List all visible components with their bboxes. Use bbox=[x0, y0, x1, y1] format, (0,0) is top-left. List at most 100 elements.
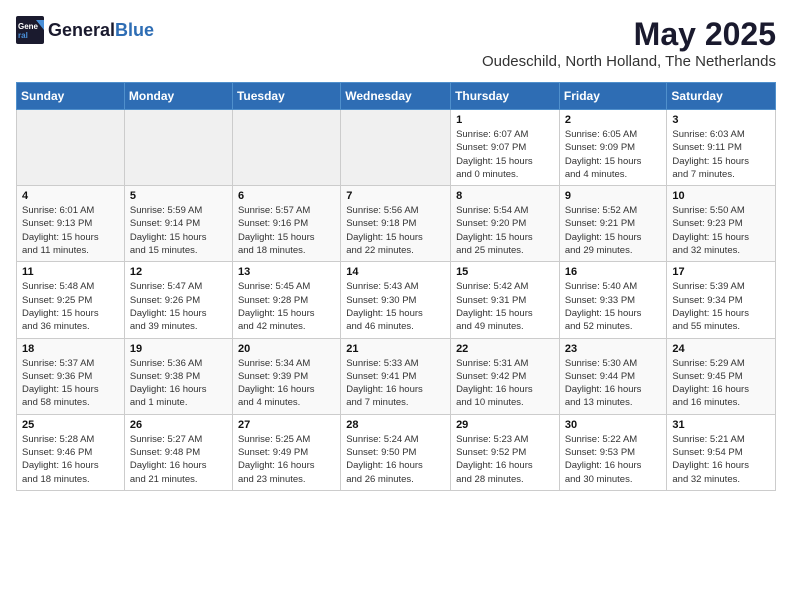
day-info: Sunrise: 5:47 AMSunset: 9:26 PMDaylight:… bbox=[130, 280, 227, 333]
day-info: Sunrise: 5:36 AMSunset: 9:38 PMDaylight:… bbox=[130, 357, 227, 410]
header-sunday: Sunday bbox=[17, 83, 125, 110]
day-info: Sunrise: 5:28 AMSunset: 9:46 PMDaylight:… bbox=[22, 433, 119, 486]
logo-blue: Blue bbox=[115, 20, 154, 41]
day-number: 24 bbox=[672, 343, 770, 355]
calendar-cell: 20 Sunrise: 5:34 AMSunset: 9:39 PMDayligh… bbox=[232, 338, 340, 414]
day-number: 1 bbox=[456, 114, 554, 126]
day-number: 22 bbox=[456, 343, 554, 355]
calendar-cell: 5 Sunrise: 5:59 AMSunset: 9:14 PMDaylight… bbox=[124, 186, 232, 262]
day-number: 29 bbox=[456, 419, 554, 431]
calendar-cell: 14Sunrise: 5:43 AMSunset: 9:30 PMDayligh… bbox=[341, 262, 451, 338]
week-row-0: 1 Sunrise: 6:07 AMSunset: 9:07 PMDaylight… bbox=[17, 110, 776, 186]
calendar-cell: 6 Sunrise: 5:57 AMSunset: 9:16 PMDaylight… bbox=[232, 186, 340, 262]
header-thursday: Thursday bbox=[451, 83, 560, 110]
day-info: Sunrise: 6:07 AMSunset: 9:07 PMDaylight:… bbox=[456, 128, 554, 181]
day-info: Sunrise: 5:23 AMSunset: 9:52 PMDaylight:… bbox=[456, 433, 554, 486]
day-number: 15 bbox=[456, 266, 554, 278]
day-number: 10 bbox=[672, 190, 770, 202]
day-number: 6 bbox=[238, 190, 335, 202]
day-number: 23 bbox=[565, 343, 662, 355]
calendar-cell: 12 Sunrise: 5:47 AMSunset: 9:26 PMDayligh… bbox=[124, 262, 232, 338]
day-number: 5 bbox=[130, 190, 227, 202]
day-info: Sunrise: 5:42 AMSunset: 9:31 PMDaylight:… bbox=[456, 280, 554, 333]
day-number: 16 bbox=[565, 266, 662, 278]
day-number: 9 bbox=[565, 190, 662, 202]
day-number: 3 bbox=[672, 114, 770, 126]
header-row: SundayMondayTuesdayWednesdayThursdayFrid… bbox=[17, 83, 776, 110]
day-info: Sunrise: 5:21 AMSunset: 9:54 PMDaylight:… bbox=[672, 433, 770, 486]
calendar-cell: 8Sunrise: 5:54 AMSunset: 9:20 PMDaylight… bbox=[451, 186, 560, 262]
calendar-cell bbox=[17, 110, 125, 186]
header-saturday: Saturday bbox=[667, 83, 776, 110]
day-info: Sunrise: 5:50 AMSunset: 9:23 PMDaylight:… bbox=[672, 204, 770, 257]
calendar-cell: 25 Sunrise: 5:28 AMSunset: 9:46 PMDayligh… bbox=[17, 414, 125, 490]
svg-text:ral: ral bbox=[18, 31, 28, 40]
header-monday: Monday bbox=[124, 83, 232, 110]
calendar-cell bbox=[341, 110, 451, 186]
calendar-table: SundayMondayTuesdayWednesdayThursdayFrid… bbox=[16, 82, 776, 491]
calendar-cell: 26Sunrise: 5:27 AMSunset: 9:48 PMDayligh… bbox=[124, 414, 232, 490]
logo-icon: Gene ral bbox=[16, 16, 44, 44]
header-tuesday: Tuesday bbox=[232, 83, 340, 110]
day-info: Sunrise: 6:05 AMSunset: 9:09 PMDaylight:… bbox=[565, 128, 662, 181]
day-info: Sunrise: 5:25 AMSunset: 9:49 PMDaylight:… bbox=[238, 433, 335, 486]
calendar-cell: 30Sunrise: 5:22 AMSunset: 9:53 PMDayligh… bbox=[559, 414, 667, 490]
day-info: Sunrise: 5:39 AMSunset: 9:34 PMDaylight:… bbox=[672, 280, 770, 333]
calendar-cell: 29 Sunrise: 5:23 AMSunset: 9:52 PMDayligh… bbox=[451, 414, 560, 490]
day-number: 12 bbox=[130, 266, 227, 278]
day-info: Sunrise: 5:59 AMSunset: 9:14 PMDaylight:… bbox=[130, 204, 227, 257]
calendar-body: 1 Sunrise: 6:07 AMSunset: 9:07 PMDaylight… bbox=[17, 110, 776, 491]
title-block: May 2025 Oudeschild, North Holland, The … bbox=[482, 16, 776, 70]
calendar-cell: 4Sunrise: 6:01 AMSunset: 9:13 PMDaylight… bbox=[17, 186, 125, 262]
day-info: Sunrise: 5:30 AMSunset: 9:44 PMDaylight:… bbox=[565, 357, 662, 410]
calendar-cell: 15 Sunrise: 5:42 AMSunset: 9:31 PMDayligh… bbox=[451, 262, 560, 338]
day-number: 20 bbox=[238, 343, 335, 355]
day-info: Sunrise: 5:22 AMSunset: 9:53 PMDaylight:… bbox=[565, 433, 662, 486]
day-info: Sunrise: 5:37 AMSunset: 9:36 PMDaylight:… bbox=[22, 357, 119, 410]
calendar-cell: 17Sunrise: 5:39 AMSunset: 9:34 PMDayligh… bbox=[667, 262, 776, 338]
day-info: Sunrise: 5:52 AMSunset: 9:21 PMDaylight:… bbox=[565, 204, 662, 257]
day-info: Sunrise: 5:57 AMSunset: 9:16 PMDaylight:… bbox=[238, 204, 335, 257]
calendar-cell: 24 Sunrise: 5:29 AMSunset: 9:45 PMDayligh… bbox=[667, 338, 776, 414]
header-wednesday: Wednesday bbox=[341, 83, 451, 110]
day-info: Sunrise: 5:45 AMSunset: 9:28 PMDaylight:… bbox=[238, 280, 335, 333]
calendar-cell: 11 Sunrise: 5:48 AMSunset: 9:25 PMDayligh… bbox=[17, 262, 125, 338]
calendar-cell: 7Sunrise: 5:56 AMSunset: 9:18 PMDaylight… bbox=[341, 186, 451, 262]
calendar-cell: 23 Sunrise: 5:30 AMSunset: 9:44 PMDayligh… bbox=[559, 338, 667, 414]
day-number: 31 bbox=[672, 419, 770, 431]
day-number: 26 bbox=[130, 419, 227, 431]
day-info: Sunrise: 5:34 AMSunset: 9:39 PMDaylight:… bbox=[238, 357, 335, 410]
calendar-cell: 27 Sunrise: 5:25 AMSunset: 9:49 PMDayligh… bbox=[232, 414, 340, 490]
calendar-cell: 13Sunrise: 5:45 AMSunset: 9:28 PMDayligh… bbox=[232, 262, 340, 338]
day-number: 25 bbox=[22, 419, 119, 431]
day-info: Sunrise: 5:24 AMSunset: 9:50 PMDaylight:… bbox=[346, 433, 445, 486]
calendar-cell: 3 Sunrise: 6:03 AMSunset: 9:11 PMDaylight… bbox=[667, 110, 776, 186]
calendar-cell: 1 Sunrise: 6:07 AMSunset: 9:07 PMDaylight… bbox=[451, 110, 560, 186]
svg-text:Gene: Gene bbox=[18, 22, 39, 31]
calendar-cell: 16Sunrise: 5:40 AMSunset: 9:33 PMDayligh… bbox=[559, 262, 667, 338]
day-number: 19 bbox=[130, 343, 227, 355]
calendar-cell: 19 Sunrise: 5:36 AMSunset: 9:38 PMDayligh… bbox=[124, 338, 232, 414]
calendar-cell: 28 Sunrise: 5:24 AMSunset: 9:50 PMDayligh… bbox=[341, 414, 451, 490]
day-info: Sunrise: 5:33 AMSunset: 9:41 PMDaylight:… bbox=[346, 357, 445, 410]
day-number: 2 bbox=[565, 114, 662, 126]
logo: Gene ral General Blue bbox=[16, 16, 154, 44]
day-number: 28 bbox=[346, 419, 445, 431]
day-number: 21 bbox=[346, 343, 445, 355]
logo-wordmark: General Blue bbox=[48, 20, 154, 41]
day-info: Sunrise: 5:29 AMSunset: 9:45 PMDaylight:… bbox=[672, 357, 770, 410]
week-row-1: 4Sunrise: 6:01 AMSunset: 9:13 PMDaylight… bbox=[17, 186, 776, 262]
week-row-3: 18Sunrise: 5:37 AMSunset: 9:36 PMDayligh… bbox=[17, 338, 776, 414]
calendar-subtitle: Oudeschild, North Holland, The Netherlan… bbox=[482, 53, 776, 70]
calendar-title: May 2025 bbox=[482, 16, 776, 53]
week-row-2: 11 Sunrise: 5:48 AMSunset: 9:25 PMDayligh… bbox=[17, 262, 776, 338]
day-info: Sunrise: 5:48 AMSunset: 9:25 PMDaylight:… bbox=[22, 280, 119, 333]
calendar-cell: 9 Sunrise: 5:52 AMSunset: 9:21 PMDaylight… bbox=[559, 186, 667, 262]
calendar-header: SundayMondayTuesdayWednesdayThursdayFrid… bbox=[17, 83, 776, 110]
day-number: 4 bbox=[22, 190, 119, 202]
day-info: Sunrise: 6:03 AMSunset: 9:11 PMDaylight:… bbox=[672, 128, 770, 181]
calendar-cell: 2 Sunrise: 6:05 AMSunset: 9:09 PMDaylight… bbox=[559, 110, 667, 186]
day-number: 27 bbox=[238, 419, 335, 431]
day-number: 11 bbox=[22, 266, 119, 278]
page-header: Gene ral General Blue May 2025 Oudeschil… bbox=[16, 16, 776, 70]
